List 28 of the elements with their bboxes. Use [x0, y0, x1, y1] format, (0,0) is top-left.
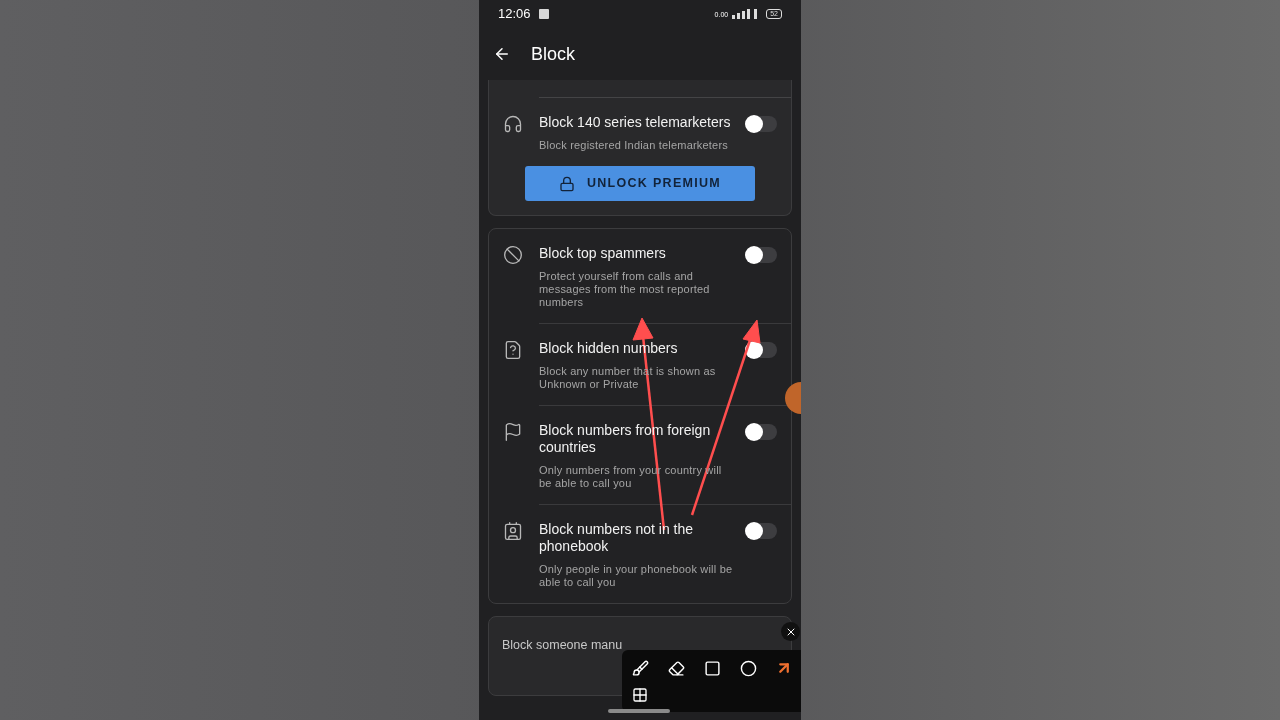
brush-icon[interactable] — [631, 659, 649, 677]
row-icon — [503, 114, 523, 134]
lock-icon — [558, 175, 575, 192]
setting-description: Protect yourself from calls and messages from the most reported numbers — [539, 270, 711, 309]
row-icon — [503, 422, 523, 442]
toggle-switch[interactable] — [747, 247, 777, 263]
setting-description: Block registered Indian telemarketers — [539, 139, 729, 152]
status-time: 12:06 — [498, 5, 531, 24]
back-icon[interactable] — [493, 45, 511, 63]
unlock-premium-button[interactable]: UNLOCK PREMIUM — [525, 166, 755, 201]
rectangle-tool-icon[interactable] — [703, 659, 721, 677]
home-indicator — [608, 709, 670, 713]
setting-title: Block 140 series telemarketers — [539, 114, 732, 131]
toggle-switch[interactable] — [747, 116, 777, 132]
toggle-switch[interactable] — [747, 342, 777, 358]
page-title: Block — [531, 42, 575, 66]
manual-block-label: Block someone manu — [502, 638, 623, 652]
row-icon — [503, 521, 523, 541]
setting-title: Block top spammers — [539, 245, 667, 262]
mosaic-icon[interactable] — [632, 687, 648, 703]
setting-title: Block numbers not in the phonebook — [539, 521, 695, 555]
toggle-switch[interactable] — [747, 523, 777, 539]
setting-description: Only people in your phonebook will be able to call you — [539, 563, 733, 589]
circle-tool-icon[interactable] — [739, 659, 757, 677]
row-icon — [503, 340, 523, 360]
eraser-icon[interactable] — [667, 659, 685, 677]
row-icon — [503, 245, 523, 265]
toggle-switch[interactable] — [747, 424, 777, 440]
